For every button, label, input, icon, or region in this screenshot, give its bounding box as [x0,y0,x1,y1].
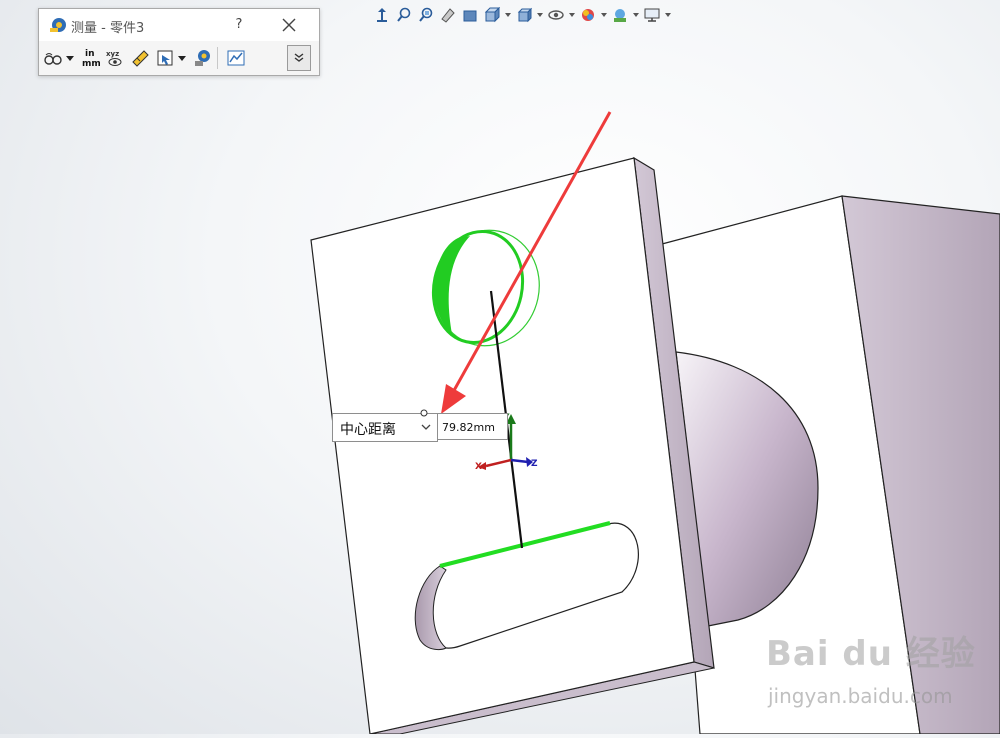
hide-show-items-icon[interactable] [546,5,566,25]
point-to-point-icon[interactable] [129,47,151,69]
measurement-callout: 中心距离 79.82mm [332,409,508,442]
measure-toolbar: in mm xyz [39,42,319,74]
plate-front-face[interactable] [310,157,695,735]
watermark-logo: Bai du 经验 [766,634,976,674]
measure-window-title: 测量 - 零件3 [71,21,145,36]
toolbar-divider [217,47,218,69]
graphics-viewport[interactable]: Y X Z [0,0,1000,735]
chevron-down-icon[interactable] [536,5,544,25]
triad-x-label: X [475,462,482,472]
apply-scene-icon[interactable] [610,5,630,25]
svg-text:in: in [85,49,95,59]
edit-appearance-icon[interactable] [578,5,598,25]
watermark-url: jingyan.baidu.com [768,684,953,708]
help-button[interactable]: ? [229,15,249,35]
svg-text:mm: mm [82,59,100,68]
zoom-to-area-icon[interactable] [394,5,414,25]
display-style-icon[interactable] [514,5,534,25]
chevron-down-icon[interactable] [64,47,76,69]
chevron-down-icon[interactable] [664,5,672,25]
chevron-down-icon[interactable] [568,5,576,25]
heads-up-view-toolbar [372,4,672,26]
view-orientation-icon[interactable] [482,5,502,25]
measurement-history-icon[interactable] [191,47,213,69]
chevron-down-icon[interactable] [632,5,640,25]
chevron-down-icon[interactable] [600,5,608,25]
close-icon[interactable] [279,15,299,35]
expand-dialog-button[interactable] [287,45,311,71]
triad-z-label: Z [531,459,538,469]
chevron-down-icon [421,424,431,430]
callout-pin-icon[interactable] [420,409,428,417]
section-view-icon[interactable] [438,5,458,25]
baidu-jingyan-watermark: Bai du 经验 jingyan.baidu.com [766,626,998,726]
units-precision-icon[interactable]: in mm [79,47,101,69]
previous-view-icon[interactable] [416,5,436,25]
view-settings-icon[interactable] [642,5,662,25]
projection-icon[interactable] [154,47,176,69]
measure-title-bar[interactable]: 测量 - 零件3 ? [39,9,319,41]
dynamic-annotation-icon[interactable] [460,5,480,25]
measure-tape-icon [49,16,67,34]
arc-circle-measure-icon[interactable] [42,47,64,69]
zoom-to-fit-icon[interactable] [372,5,392,25]
distance-type-value: 中心距离 [340,422,396,438]
chevron-down-icon[interactable] [176,47,188,69]
model-view: Y X Z [310,111,1000,735]
distance-value: 79.82mm [438,413,508,440]
distance-type-dropdown[interactable]: 中心距离 [332,413,438,442]
measure-dialog: 测量 - 零件3 ? in mm xyz [38,8,320,76]
chevron-down-icon[interactable] [504,5,512,25]
show-xyz-measurements-icon[interactable]: xyz [104,47,126,69]
svg-text:xyz: xyz [106,50,119,58]
create-sensor-icon[interactable] [225,47,247,69]
